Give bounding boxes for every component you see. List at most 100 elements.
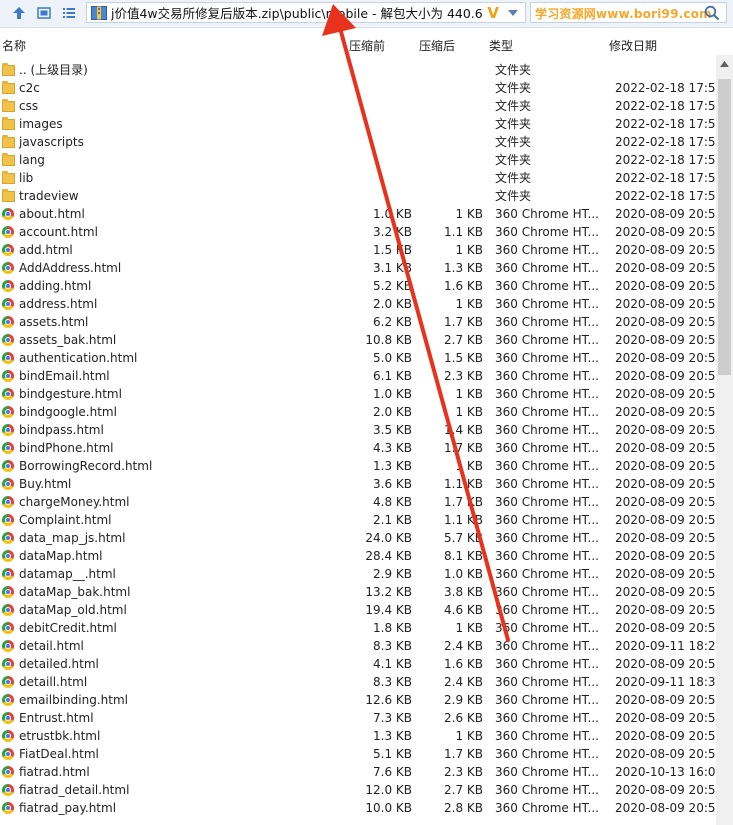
file-row[interactable]: AddAddress.html 3.1 KB 1.3 KB 360 Chrome HT… [0,259,723,277]
up-level-button[interactable] [10,4,28,22]
file-row[interactable]: emailbinding.html 12.6 KB 2.9 KB 360 Chrome… [0,691,723,709]
file-row[interactable]: adding.html 5.2 KB 1.6 KB 360 Chrome HT... 2… [0,277,723,295]
thumbnail-view-button[interactable] [35,4,53,22]
file-row[interactable]: data_map_js.html 24.0 KB 5.7 KB 360 Chrome … [0,529,723,547]
file-name: fiatrad_pay.html [19,801,117,815]
file-row[interactable]: detail.html 8.3 KB 2.4 KB 360 Chrome HT... 2… [0,637,723,655]
chrome-html-icon [2,352,14,364]
chrome-html-icon [2,766,14,778]
chrome-html-icon [2,388,14,400]
file-row[interactable]: datamap__.html 2.9 KB 1.0 KB 360 Chrome HT.… [0,565,723,583]
file-icon-cell [2,764,16,780]
file-row[interactable]: bindpass.html 3.5 KB 1.4 KB 360 Chrome HT..… [0,421,723,439]
file-row[interactable]: images 文件夹 2022-02-18 17:56 [0,115,723,133]
file-icon-cell [2,692,16,708]
file-row[interactable]: detaill.html 8.3 KB 2.4 KB 360 Chrome HT...… [0,673,723,691]
file-row[interactable]: etrustbk.html 1.3 KB 1 KB 360 Chrome HT... 2… [0,727,723,745]
file-size: 1.3 KB [373,459,412,473]
chrome-html-icon [2,280,14,292]
file-type: 360 Chrome HT... [495,387,599,401]
file-row[interactable]: Buy.html 3.6 KB 1.1 KB 360 Chrome HT... 2020… [0,475,723,493]
file-row[interactable]: bindPhone.html 4.3 KB 1.7 KB 360 Chrome HT.… [0,439,723,457]
file-row[interactable]: Complaint.html 2.1 KB 1.1 KB 360 Chrome HT.… [0,511,723,529]
file-row[interactable]: FiatDeal.html 5.1 KB 1.7 KB 360 Chrome HT..… [0,745,723,763]
file-compressed-size: 2.9 KB [444,693,483,707]
column-size[interactable]: 压缩前 [349,37,385,54]
file-compressed-size: 1 KB [455,621,483,635]
column-date[interactable]: 修改日期 [609,37,657,54]
file-row[interactable]: bindEmail.html 6.1 KB 2.3 KB 360 Chrome HT.… [0,367,723,385]
file-row[interactable]: detailed.html 4.1 KB 1.6 KB 360 Chrome HT..… [0,655,723,673]
file-date: 2020-08-09 20:56 [615,315,724,329]
file-row[interactable]: fiatrad_pay.html 10.0 KB 2.8 KB 360 Chrome … [0,799,723,817]
file-row[interactable]: css 文件夹 2022-02-18 17:56 [0,97,723,115]
address-dropdown-button[interactable] [501,3,525,22]
file-row[interactable]: BorrowingRecord.html 1.3 KB 1 KB 360 Chrome… [0,457,723,475]
file-size: 4.1 KB [373,657,412,671]
scroll-thumb[interactable] [718,79,731,375]
file-row[interactable]: bindgesture.html 1.0 KB 1 KB 360 Chrome HT.… [0,385,723,403]
file-date: 2020-08-09 20:56 [615,495,724,509]
file-row[interactable]: address.html 2.0 KB 1 KB 360 Chrome HT... 20… [0,295,723,313]
file-row[interactable]: account.html 3.2 KB 1.1 KB 360 Chrome HT...… [0,223,723,241]
file-icon-cell [2,494,16,510]
file-name: add.html [19,243,73,257]
file-size: 2.0 KB [373,405,412,419]
file-type: 文件夹 [495,117,532,131]
vertical-scrollbar[interactable] [716,55,733,825]
file-row[interactable]: javascripts 文件夹 2022-02-18 17:56 [0,133,723,151]
column-type[interactable]: 类型 [489,37,513,54]
file-type: 文件夹 [495,135,532,149]
file-row[interactable]: lib 文件夹 2022-02-18 17:56 [0,169,723,187]
file-size: 2.0 KB [373,297,412,311]
file-row[interactable]: .. (上级目录) 文件夹 [0,61,716,79]
file-icon-cell [2,800,16,816]
column-name[interactable]: 名称 [2,37,26,54]
file-name: AddAddress.html [19,261,122,275]
chrome-html-icon [2,226,14,238]
scroll-up-button[interactable] [716,55,733,72]
file-date: 2020-08-09 20:56 [615,477,724,491]
file-size: 5.2 KB [373,279,412,293]
file-row[interactable]: bindgoogle.html 2.0 KB 1 KB 360 Chrome HT..… [0,403,723,421]
file-row[interactable]: fiatrad.html 7.6 KB 2.3 KB 360 Chrome HT...… [0,763,723,781]
file-type: 360 Chrome HT... [495,549,599,563]
file-type: 360 Chrome HT... [495,657,599,671]
file-row[interactable]: chargeMoney.html 4.8 KB 1.7 KB 360 Chrome H… [0,493,723,511]
file-icon-cell [2,386,16,402]
file-row[interactable]: lang 文件夹 2022-02-18 17:56 [0,151,723,169]
column-compressed[interactable]: 压缩后 [419,37,455,54]
file-compressed-size: 3.8 KB [444,585,483,599]
file-name: bindEmail.html [19,369,110,383]
file-row[interactable]: tradeview 文件夹 2022-02-18 17:56 [0,187,723,205]
address-bar[interactable]: j价值4w交易所修复后版本.zip\public\mobile - 解包大小为 … [86,2,526,23]
file-name: dataMap.html [19,549,103,563]
list-view-icon [63,8,75,18]
search-box[interactable]: 学习资源网www.bori99.com [530,2,727,23]
file-row[interactable]: fiatrad_detail.html 12.0 KB 2.7 KB 360 Chro… [0,781,723,799]
file-row[interactable]: about.html 1.0 KB 1 KB 360 Chrome HT... 2020… [0,205,723,223]
file-row[interactable]: add.html 1.5 KB 1 KB 360 Chrome HT... 2020-0… [0,241,723,259]
file-row[interactable]: c2c 文件夹 2022-02-18 17:56 [0,79,723,97]
file-type: 360 Chrome HT... [495,639,599,653]
file-icon-cell [2,278,16,294]
chrome-html-icon [2,334,14,346]
file-icon-cell [2,332,16,348]
chrome-html-icon [2,784,14,796]
file-type: 360 Chrome HT... [495,513,599,527]
file-row[interactable]: assets_bak.html 10.8 KB 2.7 KB 360 Chrome H… [0,331,723,349]
file-row[interactable]: dataMap.html 28.4 KB 8.1 KB 360 Chrome HT..… [0,547,723,565]
file-type: 360 Chrome HT... [495,279,599,293]
watermark-text: 学习资源网www.bori99.com [535,7,712,21]
file-compressed-size: 2.4 KB [444,639,483,653]
file-row[interactable]: debitCredit.html 1.8 KB 1 KB 360 Chrome HT.… [0,619,723,637]
list-view-button[interactable] [60,4,78,22]
file-row[interactable]: authentication.html 5.0 KB 1.5 KB 360 Chrom… [0,349,723,367]
file-compressed-size: 1.4 KB [444,423,483,437]
file-row[interactable]: dataMap_old.html 19.4 KB 4.6 KB 360 Chrome … [0,601,723,619]
file-row[interactable]: dataMap_bak.html 13.2 KB 3.8 KB 360 Chrome … [0,583,723,601]
file-row[interactable]: assets.html 6.2 KB 1.7 KB 360 Chrome HT... 2… [0,313,723,331]
search-button[interactable] [704,5,720,24]
file-icon-cell [2,620,16,636]
file-row[interactable]: Entrust.html 7.3 KB 2.6 KB 360 Chrome HT...… [0,709,723,727]
